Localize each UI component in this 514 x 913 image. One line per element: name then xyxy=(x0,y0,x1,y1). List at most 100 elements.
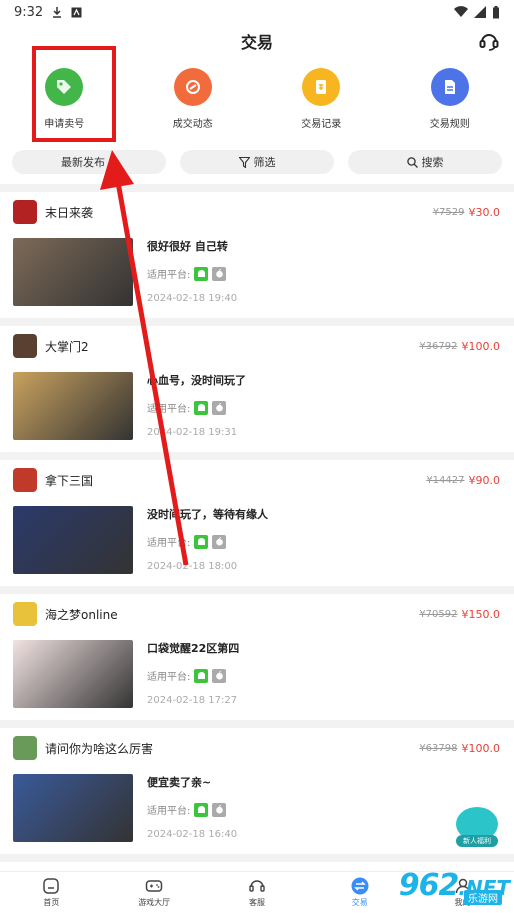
listing-header: 请问你为啥这么厉害 ¥63798 ¥100.0 xyxy=(0,728,514,768)
search-button[interactable]: 搜索 xyxy=(348,150,502,174)
newbie-welfare-badge[interactable]: 新人福利 xyxy=(456,807,498,853)
signal-icon xyxy=(474,6,486,18)
highlight-box xyxy=(32,46,116,142)
listing-info: 便宜卖了亲~ 适用平台: 2024-02-18 16:40 xyxy=(147,774,237,842)
apple-icon xyxy=(212,534,227,549)
page-title: 交易 xyxy=(240,33,273,52)
listing-header: 末日来袭 ¥7529 ¥30.0 xyxy=(0,192,514,232)
deal-icon xyxy=(173,68,212,106)
filter-button[interactable]: 筛选 xyxy=(180,150,334,174)
listing-item[interactable]: 大掌门2 ¥36792 ¥100.0 心血号，没时间玩了 适用平台: 2024-… xyxy=(0,326,514,460)
listing-body: 很好很好 自己转 适用平台: 2024-02-18 19:40 xyxy=(0,232,514,318)
original-price: ¥7529 xyxy=(432,206,465,218)
android-icon xyxy=(194,400,209,415)
apple-icon xyxy=(212,802,227,817)
search-icon xyxy=(406,156,418,168)
listing-time: 2024-02-18 18:00 xyxy=(147,561,238,572)
platform-row: 适用平台: xyxy=(147,400,246,415)
site-watermark: 962 .NET 乐游网 xyxy=(398,868,510,905)
platform-label: 适用平台: xyxy=(147,404,191,415)
listing-time: 2024-02-18 16:40 xyxy=(147,829,238,840)
tab-game-hall-label: 游戏大厅 xyxy=(138,898,171,907)
listing-list: 末日来袭 ¥7529 ¥30.0 很好很好 自己转 适用平台: 2024-02-… xyxy=(0,192,514,862)
listing-thumbnail xyxy=(13,774,133,842)
rules-icon xyxy=(430,68,469,106)
listing-header: 拿下三国 ¥14427 ¥90.0 xyxy=(0,460,514,500)
deal-feed-label: 成交动态 xyxy=(172,119,213,130)
platform-row: 适用平台: xyxy=(147,668,239,683)
listing-item[interactable]: 请问你为啥这么厉害 ¥63798 ¥100.0 便宜卖了亲~ 适用平台: 202… xyxy=(0,728,514,862)
listing-body: 心血号，没时间玩了 适用平台: 2024-02-18 19:31 xyxy=(0,366,514,452)
battery-icon xyxy=(493,5,499,18)
trade-record-button[interactable]: 交易记录 xyxy=(276,68,366,146)
home-icon xyxy=(43,878,60,894)
listing-body: 便宜卖了亲~ 适用平台: 2024-02-18 16:40 xyxy=(0,768,514,854)
filter-label: 筛选 xyxy=(253,156,276,169)
filter-row: 最新发布 筛选 搜索 xyxy=(0,150,514,174)
sale-price: ¥90.0 xyxy=(468,473,501,487)
price: ¥14427 ¥90.0 xyxy=(426,474,500,487)
listing-title: 心血号，没时间玩了 xyxy=(147,374,246,387)
listing-time: 2024-02-18 17:27 xyxy=(147,695,238,706)
tab-service[interactable]: 客服 xyxy=(222,877,292,908)
game-icon xyxy=(13,736,37,760)
watermark-number: 962 xyxy=(398,868,460,903)
platform-label: 适用平台: xyxy=(147,538,191,549)
exchange-icon xyxy=(351,877,369,895)
apple-icon xyxy=(212,668,227,683)
status-bar: 9:32 xyxy=(0,0,514,24)
price: ¥36792 ¥100.0 xyxy=(419,340,500,353)
listing-title: 没时间玩了，等待有缘人 xyxy=(147,508,268,521)
platform-row: 适用平台: xyxy=(147,534,268,549)
price: ¥7529 ¥30.0 xyxy=(433,206,500,219)
listing-title: 很好很好 自己转 xyxy=(147,240,228,253)
game-name: 大掌门2 xyxy=(45,339,89,354)
original-price: ¥63798 xyxy=(419,742,458,754)
sale-price: ¥100.0 xyxy=(461,339,501,353)
listing-item[interactable]: 末日来袭 ¥7529 ¥30.0 很好很好 自己转 适用平台: 2024-02-… xyxy=(0,192,514,326)
listing-time: 2024-02-18 19:40 xyxy=(147,293,238,304)
listing-thumbnail xyxy=(13,372,133,440)
deal-feed-button[interactable]: 成交动态 xyxy=(148,68,238,146)
price: ¥70592 ¥150.0 xyxy=(419,608,500,621)
tab-home[interactable]: 首页 xyxy=(16,877,86,908)
android-icon xyxy=(194,802,209,817)
watermark-sub: 乐游网 xyxy=(464,890,502,905)
search-label: 搜索 xyxy=(421,156,444,169)
listing-title: 便宜卖了亲~ xyxy=(147,776,212,789)
platform-row: 适用平台: xyxy=(147,266,237,281)
chevron-down-icon xyxy=(109,159,117,165)
customer-service-icon[interactable] xyxy=(478,30,500,52)
sale-price: ¥100.0 xyxy=(461,741,501,755)
trade-rules-label: 交易规则 xyxy=(429,119,470,130)
platform-label: 适用平台: xyxy=(147,806,191,817)
price: ¥63798 ¥100.0 xyxy=(419,742,500,755)
tab-home-label: 首页 xyxy=(43,898,60,907)
headset-icon xyxy=(249,880,265,892)
listing-time: 2024-02-18 19:31 xyxy=(147,427,238,438)
listing-body: 口袋觉醒22区第四 适用平台: 2024-02-18 17:27 xyxy=(0,634,514,720)
status-right xyxy=(454,5,500,19)
notification-icon xyxy=(71,7,82,17)
trade-rules-button[interactable]: 交易规则 xyxy=(405,68,495,146)
listing-header: 海之梦online ¥70592 ¥150.0 xyxy=(0,594,514,634)
listing-info: 没时间玩了，等待有缘人 适用平台: 2024-02-18 18:00 xyxy=(147,506,268,574)
sale-price: ¥150.0 xyxy=(461,607,501,621)
listing-body: 没时间玩了，等待有缘人 适用平台: 2024-02-18 18:00 xyxy=(0,500,514,586)
game-name: 末日来袭 xyxy=(45,205,94,220)
apple-icon xyxy=(212,266,227,281)
android-icon xyxy=(194,534,209,549)
sort-latest-button[interactable]: 最新发布 xyxy=(12,150,166,174)
gamepad-icon xyxy=(145,880,163,892)
record-icon xyxy=(302,68,341,106)
wifi-icon xyxy=(454,6,468,18)
listing-item[interactable]: 拿下三国 ¥14427 ¥90.0 没时间玩了，等待有缘人 适用平台: 2024… xyxy=(0,460,514,594)
tab-trade[interactable]: 交易 xyxy=(325,877,395,908)
game-icon xyxy=(13,200,37,224)
listing-thumbnail xyxy=(13,640,133,708)
tab-game-hall[interactable]: 游戏大厅 xyxy=(119,877,189,908)
android-icon xyxy=(194,266,209,281)
sort-latest-label: 最新发布 xyxy=(61,156,105,169)
listing-item[interactable]: 海之梦online ¥70592 ¥150.0 口袋觉醒22区第四 适用平台: xyxy=(0,594,514,728)
game-name: 拿下三国 xyxy=(45,473,94,488)
